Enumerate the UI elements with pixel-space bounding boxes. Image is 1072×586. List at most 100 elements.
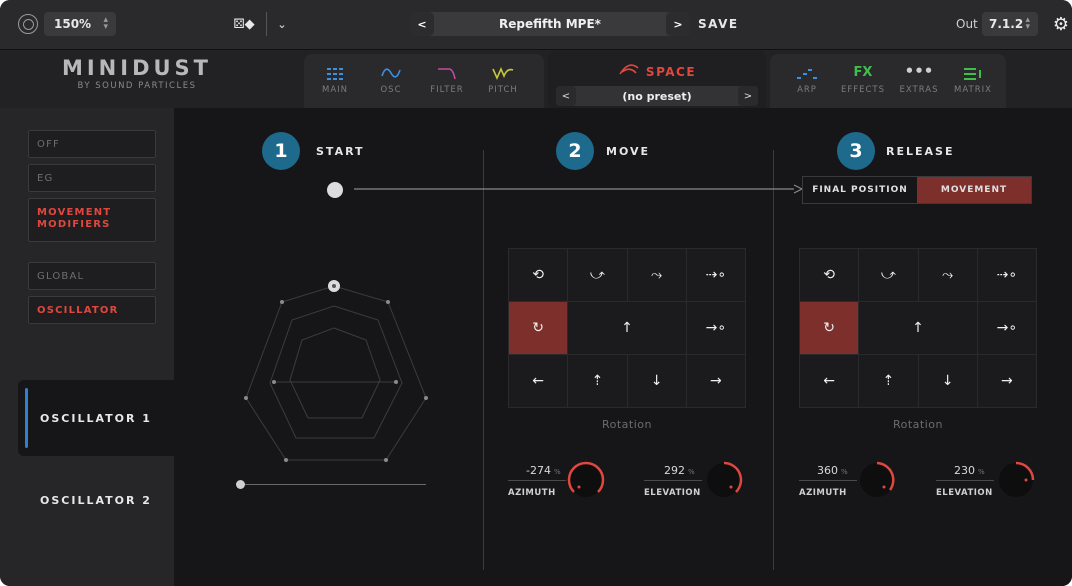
arrow-right-icon[interactable]: → (977, 355, 1036, 407)
tab-matrix[interactable]: MATRIX (948, 54, 998, 108)
move-elevation-control: 292% ELEVATION (644, 460, 764, 512)
orbit-icon[interactable]: ⟲ (509, 249, 568, 301)
tab-arp[interactable]: ARP (782, 54, 832, 108)
preset-prev-button[interactable]: < (410, 12, 434, 36)
preset-name[interactable]: Repefifth MPE* (434, 12, 666, 36)
elevation-value-wrap: 292% (664, 464, 695, 477)
gear-icon[interactable]: ⚙ (1050, 12, 1072, 36)
space-label: SPACE (645, 65, 697, 79)
move-to-point-icon[interactable]: →∘ (977, 302, 1036, 354)
tab-group-left: MAIN OSC FILTER PITCH (304, 54, 544, 108)
position-flow-arrow (354, 184, 804, 194)
arrow-up-bold-icon[interactable]: ⇡ (859, 355, 918, 407)
flyby-icon[interactable]: ⤳ (918, 249, 977, 301)
tab-pitch[interactable]: PITCH (478, 54, 528, 108)
start-position-handle[interactable] (327, 182, 343, 198)
arrow-left-icon[interactable]: ← (509, 355, 568, 407)
tab-label: MAIN (321, 85, 348, 95)
release-elevation-control: 230% ELEVATION (936, 460, 1056, 512)
swoop-icon[interactable]: ⤻ (859, 249, 918, 301)
elevation-value-wrap: 230% (954, 464, 985, 477)
flyby-icon[interactable]: ⤳ (627, 249, 686, 301)
azimuth-knob[interactable] (857, 460, 897, 500)
matrix-icon (964, 54, 982, 82)
divider (799, 480, 857, 481)
mode-movement-modifiers-button[interactable]: MOVEMENT MODIFIERS (28, 198, 156, 242)
arrow-down-icon[interactable]: ↓ (918, 355, 977, 407)
grid-icon (327, 54, 343, 82)
distance-slider-handle[interactable] (236, 480, 245, 489)
azimuth-value-wrap: -274% (526, 464, 561, 477)
zoom-value: 150% (54, 17, 92, 31)
output-format-select[interactable]: 7.1.2 ▴ ▾ (982, 12, 1038, 36)
tab-effects[interactable]: FX EFFECTS (838, 54, 888, 108)
movement-option[interactable]: MOVEMENT (917, 177, 1031, 203)
orbit-icon[interactable]: ⟲ (800, 249, 859, 301)
spatial-position-widget[interactable] (230, 268, 450, 498)
arrow-up-icon[interactable]: ↑ (568, 302, 686, 354)
divider (644, 480, 702, 481)
unit: % (553, 468, 561, 476)
space-preset-next-button[interactable]: > (738, 86, 758, 106)
final-position-option[interactable]: FINAL POSITION (803, 177, 917, 203)
space-orbit-icon (618, 64, 640, 80)
header: MINIDUST BY SOUND PARTICLES MAIN OSC FIL… (0, 50, 1072, 108)
tab-space[interactable]: SPACE < (no preset) > (548, 50, 766, 108)
brand-name: MINIDUST (61, 56, 213, 80)
elevation-label: ELEVATION (644, 488, 701, 498)
arrow-right-icon[interactable]: → (686, 355, 745, 407)
sidebar: OFF EG MOVEMENT MODIFIERS GLOBAL OSCILLA… (0, 108, 174, 586)
tab-label: EFFECTS (840, 85, 886, 95)
zoom-select[interactable]: 150% ▴ ▾ (44, 12, 116, 36)
tab-group-right: ARP FX EFFECTS ••• EXTRAS MATRIX (770, 54, 1006, 108)
elevation-knob[interactable] (704, 460, 744, 500)
oscillator-2-tab[interactable]: OSCILLATOR 2 (18, 462, 174, 538)
space-preset-name[interactable]: (no preset) (576, 86, 738, 106)
arrow-left-icon[interactable]: ← (800, 355, 859, 407)
randomize-dice-icon[interactable]: ⚄◆ (232, 14, 256, 34)
stepper-icon: ▴ ▾ (103, 15, 108, 32)
preset-next-button[interactable]: > (666, 12, 690, 36)
towards-listener-icon[interactable]: ⇢∘ (686, 249, 745, 301)
rotate-icon[interactable]: ↻ (509, 302, 568, 354)
rotate-icon[interactable]: ↻ (800, 302, 859, 354)
sound-particles-logo-icon[interactable] (18, 14, 38, 34)
oscillator-1-tab[interactable]: OSCILLATOR 1 (18, 380, 174, 456)
arrow-down-icon[interactable]: ↓ (627, 355, 686, 407)
scope-global-button[interactable]: GLOBAL (28, 262, 156, 290)
release-mode-toggle: FINAL POSITION MOVEMENT (802, 176, 1032, 204)
elevation-label: ELEVATION (936, 488, 993, 498)
azimuth-value-wrap: 360% (817, 464, 848, 477)
oscillator-1-label: OSCILLATOR 1 (40, 411, 152, 425)
elevation-value[interactable]: 230 (954, 464, 975, 477)
move-to-point-icon[interactable]: →∘ (686, 302, 745, 354)
space-preset-prev-button[interactable]: < (556, 86, 576, 106)
distance-slider-track[interactable] (240, 484, 426, 485)
elevation-value[interactable]: 292 (664, 464, 685, 477)
towards-listener-icon[interactable]: ⇢∘ (977, 249, 1036, 301)
tab-filter[interactable]: FILTER (422, 54, 472, 108)
app-window: 150% ▴ ▾ ⚄◆ ⌄ < Repefifth MPE* > SAVE Out… (0, 0, 1072, 586)
tab-main[interactable]: MAIN (310, 54, 360, 108)
tab-label: OSC (380, 85, 402, 95)
wave-icon (381, 54, 401, 82)
dots-icon: ••• (904, 62, 934, 80)
fx-icon: FX (853, 65, 873, 80)
scope-oscillator-button[interactable]: OSCILLATOR (28, 296, 156, 324)
mode-off-button[interactable]: OFF (28, 130, 156, 158)
save-button[interactable]: SAVE (698, 14, 739, 34)
chevron-down-icon[interactable]: ⌄ (272, 14, 292, 34)
stepper-icon: ▴ ▾ (1025, 15, 1030, 32)
release-azimuth-control: 360% AZIMUTH (799, 460, 919, 512)
arrow-up-icon[interactable]: ↑ (859, 302, 977, 354)
tab-osc[interactable]: OSC (366, 54, 416, 108)
azimuth-value[interactable]: 360 (817, 464, 838, 477)
mode-eg-button[interactable]: EG (28, 164, 156, 192)
arrow-up-bold-icon[interactable]: ⇡ (568, 355, 627, 407)
azimuth-value[interactable]: -274 (526, 464, 551, 477)
swoop-icon[interactable]: ⤻ (568, 249, 627, 301)
tab-extras[interactable]: ••• EXTRAS (894, 54, 944, 108)
azimuth-knob[interactable] (566, 460, 606, 500)
main-panel: 1 START 2 MOVE 3 RELEASE FINAL POSITION … (174, 108, 1072, 586)
elevation-knob[interactable] (996, 460, 1036, 500)
